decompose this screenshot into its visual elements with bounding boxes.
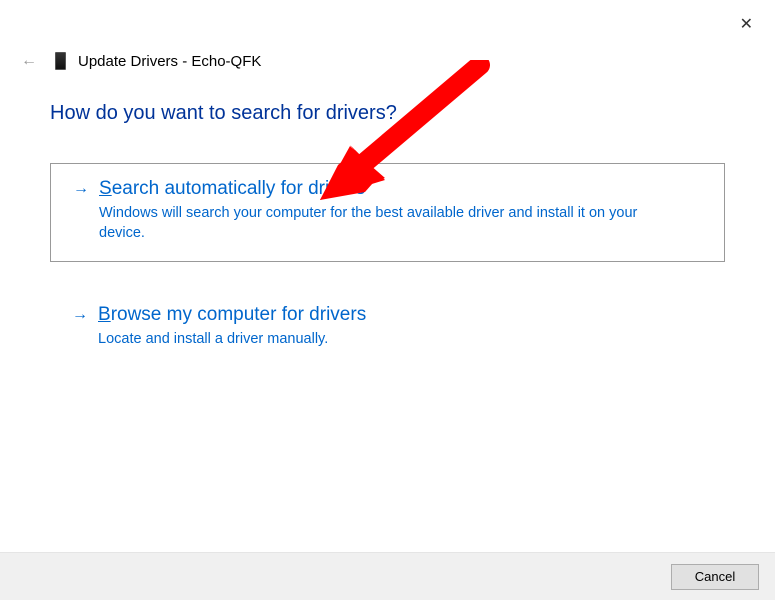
hotkey-char: S bbox=[99, 178, 112, 199]
option-title-rest: earch automatically for drivers bbox=[112, 178, 365, 199]
option-description: Locate and install a driver manually. bbox=[98, 330, 658, 350]
option-head: → Search automatically for drivers bbox=[73, 178, 702, 200]
option-search-automatically[interactable]: → Search automatically for drivers Windo… bbox=[50, 163, 725, 262]
option-head: → Browse my computer for drivers bbox=[72, 304, 703, 326]
option-title: Browse my computer for drivers bbox=[98, 304, 366, 326]
arrow-right-icon: → bbox=[73, 180, 89, 198]
cancel-button[interactable]: Cancel bbox=[671, 564, 759, 590]
option-title-rest: rowse my computer for drivers bbox=[111, 304, 367, 325]
header-bar: ← Update Drivers - Echo-QFK bbox=[0, 0, 775, 72]
back-button[interactable]: ← bbox=[15, 50, 43, 72]
prompt-heading: How do you want to search for drivers? bbox=[50, 102, 725, 125]
close-button[interactable]: ✕ bbox=[736, 10, 757, 38]
window-title: Update Drivers - Echo-QFK bbox=[78, 53, 261, 70]
option-title: Search automatically for drivers bbox=[99, 178, 365, 200]
option-description: Windows will search your computer for th… bbox=[99, 204, 659, 243]
option-browse-computer[interactable]: → Browse my computer for drivers Locate … bbox=[50, 290, 725, 368]
arrow-right-icon: → bbox=[72, 306, 88, 324]
footer-bar: Cancel bbox=[0, 552, 775, 600]
hotkey-char: B bbox=[98, 304, 111, 325]
device-icon bbox=[55, 52, 66, 70]
content-area: How do you want to search for drivers? →… bbox=[0, 72, 775, 368]
